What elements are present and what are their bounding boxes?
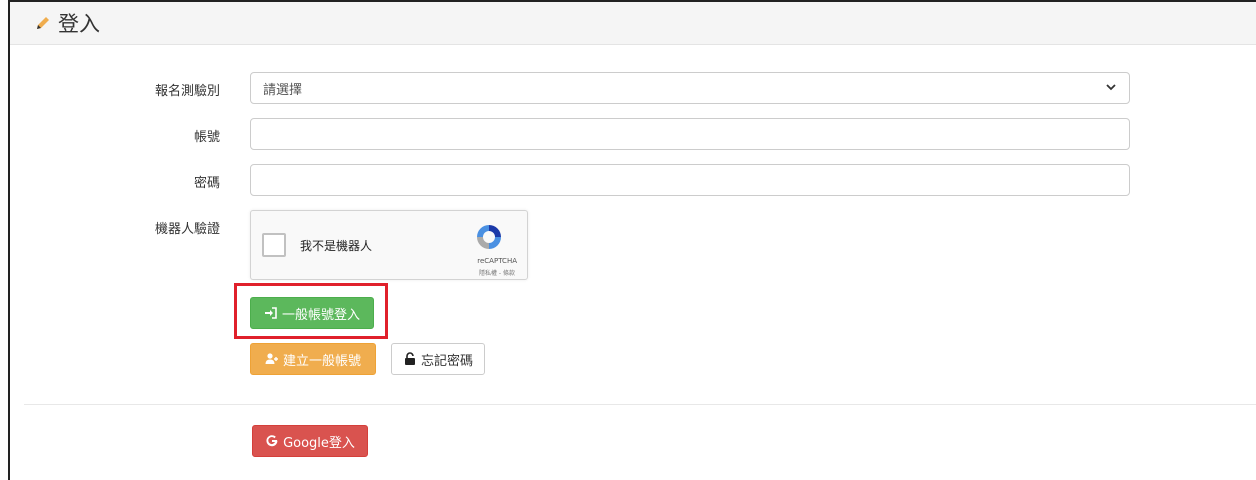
page-title-text: 登入 [58, 12, 100, 36]
captcha-label: 機器人驗證 [154, 222, 220, 237]
chevron-down-icon [1106, 84, 1116, 91]
account-input[interactable] [250, 118, 1130, 150]
login-button[interactable]: 一般帳號登入 [250, 297, 374, 329]
recaptcha-brand: reCAPTCHA [477, 257, 517, 265]
exam-type-select[interactable]: 請選擇 [250, 72, 1130, 104]
register-button[interactable]: 建立一般帳號 [250, 343, 376, 375]
register-button-label: 建立一般帳號 [282, 353, 361, 369]
account-label: 帳號 [193, 130, 220, 145]
google-login-label: Google登入 [283, 435, 355, 451]
recaptcha-widget: 我不是機器人 reCAPTCHA 隱私權 - 條款 [250, 210, 528, 280]
recaptcha-checkbox[interactable] [262, 233, 286, 257]
section-divider [24, 404, 1256, 405]
google-login-button[interactable]: Google登入 [252, 425, 368, 457]
lock-icon [404, 352, 415, 365]
password-label: 密碼 [193, 176, 220, 191]
recaptcha-text: 我不是機器人 [300, 239, 373, 253]
user-plus-icon [265, 353, 278, 364]
sign-in-icon [264, 307, 277, 319]
password-input[interactable] [250, 164, 1130, 196]
pencil-icon [37, 17, 49, 29]
google-icon [266, 435, 278, 447]
forgot-password-label: 忘記密碼 [420, 353, 473, 369]
recaptcha-logo-icon [477, 225, 501, 249]
exam-type-selected: 請選擇 [263, 82, 303, 98]
page-title: 登入 [34, 8, 100, 38]
exam-type-label: 報名測驗別 [154, 84, 220, 99]
forgot-password-button[interactable]: 忘記密碼 [391, 343, 485, 375]
recaptcha-terms-link[interactable]: 隱私權 - 條款 [479, 268, 515, 277]
panel-header: 登入 [10, 2, 1256, 45]
login-button-label: 一般帳號登入 [281, 307, 360, 323]
